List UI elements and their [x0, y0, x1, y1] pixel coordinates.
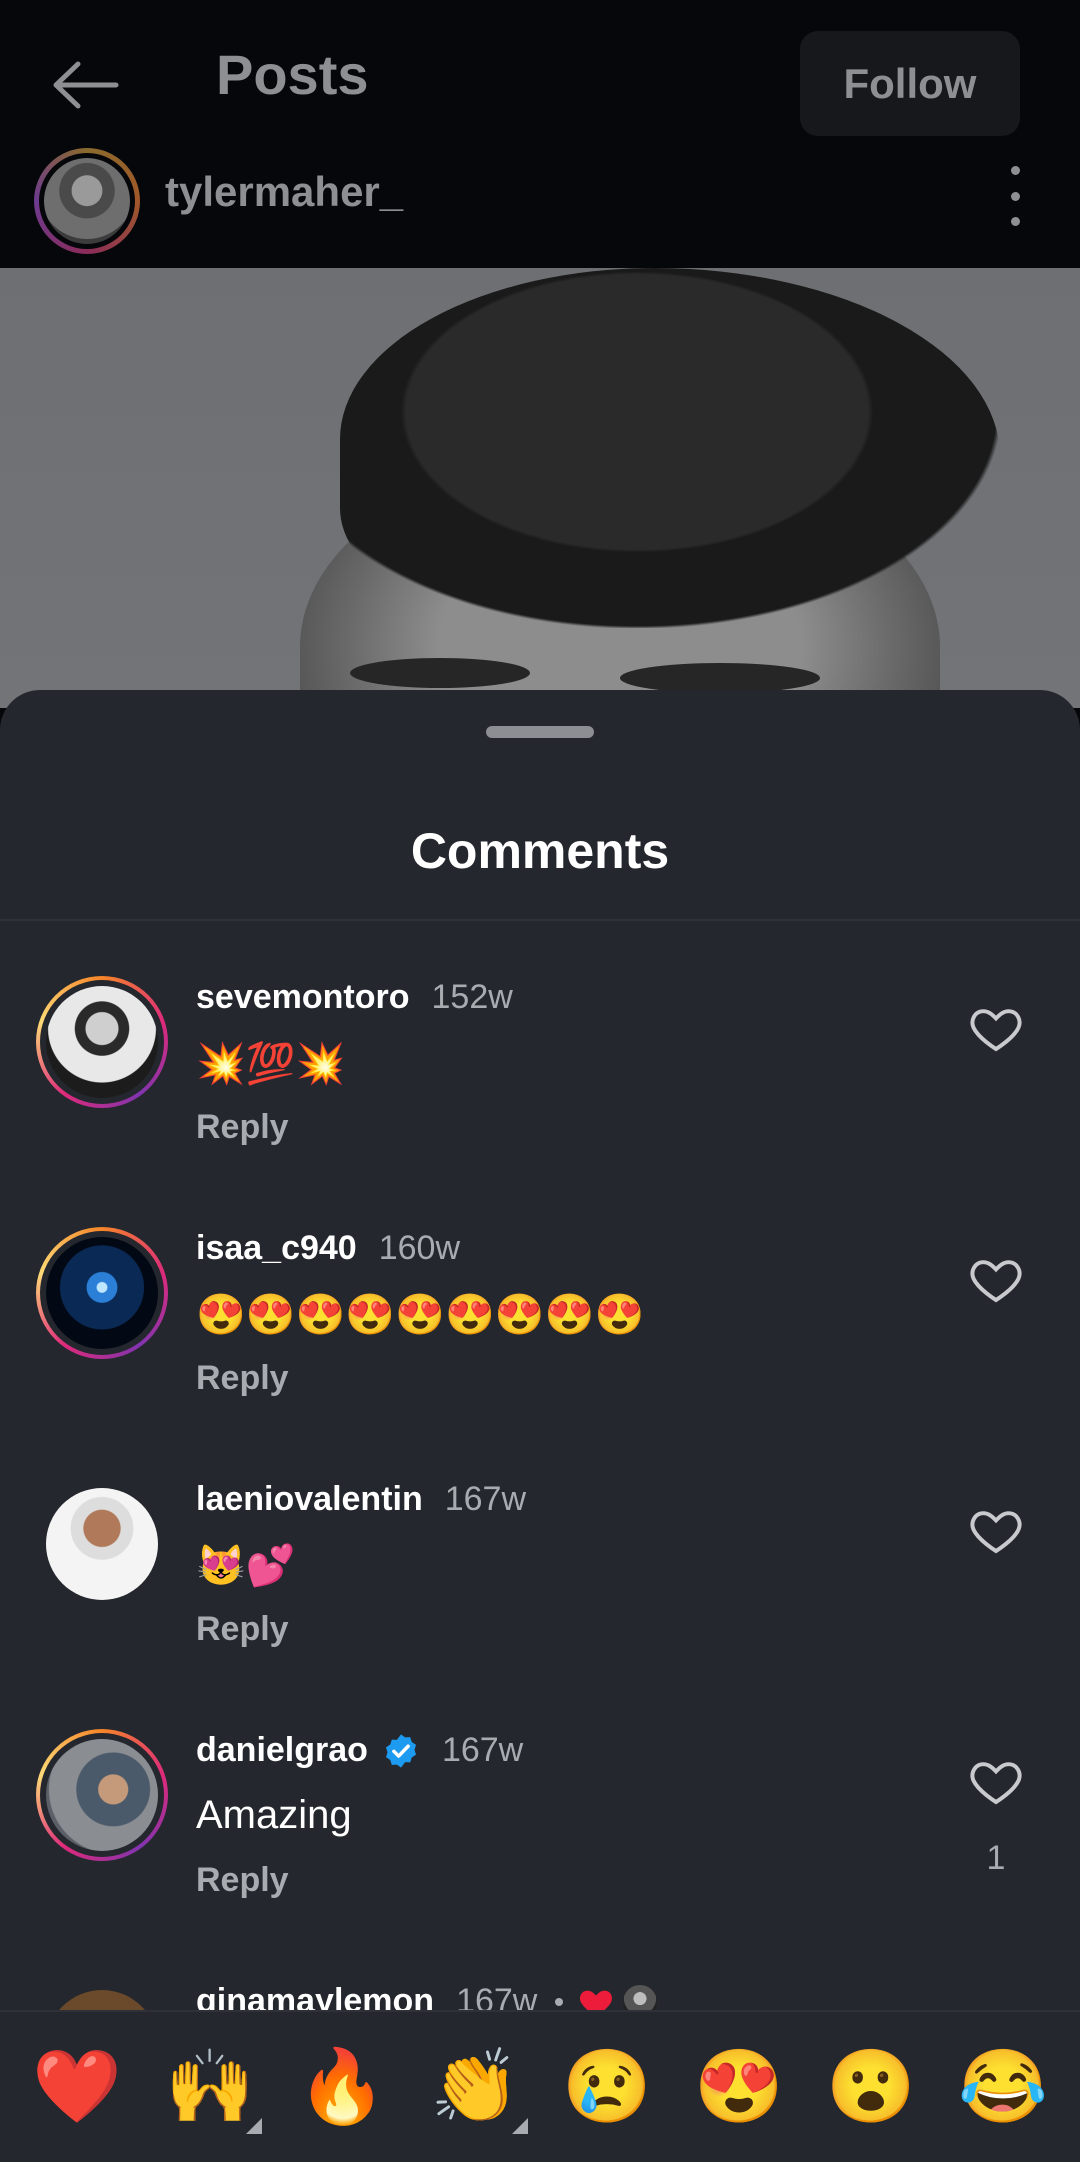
- drag-handle[interactable]: [486, 726, 594, 738]
- follow-button[interactable]: Follow: [800, 31, 1020, 136]
- comment-avatar[interactable]: [36, 1227, 168, 1359]
- page-title: Posts: [216, 43, 369, 106]
- reply-button[interactable]: Reply: [196, 1861, 289, 1900]
- like-heart-icon[interactable]: [968, 1251, 1024, 1307]
- like-heart-icon[interactable]: [968, 1000, 1024, 1056]
- verified-badge-icon: [385, 1733, 416, 1768]
- like-heart-icon[interactable]: [968, 1502, 1024, 1558]
- skin-tone-caret-icon: [512, 2118, 528, 2134]
- emoji-surprised[interactable]: 😮: [826, 2042, 916, 2132]
- top-app-bar: Posts Follow tylermaher_: [0, 0, 1080, 268]
- comment-timestamp: 160w: [378, 1229, 461, 1267]
- comment-username[interactable]: isaa_c940: [196, 1229, 357, 1268]
- post-author-row: tylermaher_: [0, 148, 1080, 258]
- reply-button[interactable]: Reply: [196, 1359, 289, 1398]
- sheet-title: Comments: [410, 823, 670, 879]
- author-username[interactable]: tylermaher_: [165, 168, 403, 216]
- comment-timestamp: 167w: [444, 1480, 527, 1518]
- emoji-fire[interactable]: 🔥: [297, 2042, 387, 2132]
- comment-avatar[interactable]: [36, 976, 168, 1108]
- divider: [0, 919, 1080, 921]
- comment-text: Amazing: [196, 1793, 352, 1837]
- comment-item: laeniovalentin 167w 😻💕 Reply: [0, 1442, 1080, 1692]
- comment-timestamp: 167w: [441, 1731, 524, 1769]
- separator-dot: [555, 1997, 564, 2006]
- emoji-laughing[interactable]: 😂: [958, 2042, 1048, 2132]
- post-image: [0, 268, 1080, 708]
- comment-text: 💥💯💥: [196, 1042, 346, 1086]
- like-heart-icon[interactable]: [968, 1753, 1024, 1809]
- skin-tone-caret-icon: [246, 2118, 262, 2134]
- comment-username[interactable]: laeniovalentin: [196, 1480, 423, 1519]
- emoji-reaction-bar: ❤️ 🙌 🔥 👏 😢 😍 😮 😂: [0, 2010, 1080, 2162]
- comments-sheet: Comments sevemontoro 152w 💥💯💥 Reply isaa…: [0, 690, 1080, 2162]
- comment-avatar[interactable]: [36, 1729, 168, 1861]
- emoji-raised-hands[interactable]: 🙌: [165, 2042, 255, 2132]
- reply-button[interactable]: Reply: [196, 1610, 289, 1649]
- emoji-heart[interactable]: ❤️: [32, 2042, 122, 2132]
- comment-avatar[interactable]: [36, 1478, 168, 1610]
- comment-item: isaa_c940 160w 😍😍😍😍😍😍😍😍😍 Reply: [0, 1191, 1080, 1441]
- author-avatar[interactable]: [34, 148, 140, 254]
- back-arrow-icon[interactable]: [40, 40, 130, 130]
- like-count: 1: [986, 1839, 1006, 1877]
- comment-username[interactable]: sevemontoro: [196, 978, 410, 1017]
- reply-button[interactable]: Reply: [196, 1108, 289, 1147]
- comment-timestamp: 152w: [431, 978, 513, 1016]
- comment-text: 😍😍😍😍😍😍😍😍😍: [196, 1293, 645, 1337]
- comment-item: sevemontoro 152w 💥💯💥 Reply: [0, 940, 1080, 1190]
- more-options-icon[interactable]: [1000, 166, 1030, 226]
- emoji-heart-eyes[interactable]: 😍: [694, 2042, 784, 2132]
- comment-item: danielgrao 167w Amazing Reply 1: [0, 1693, 1080, 1943]
- comment-username[interactable]: danielgrao: [196, 1731, 368, 1770]
- emoji-clapping[interactable]: 👏: [430, 2042, 520, 2132]
- comment-text: 😻💕: [196, 1544, 296, 1588]
- emoji-crying[interactable]: 😢: [562, 2042, 652, 2132]
